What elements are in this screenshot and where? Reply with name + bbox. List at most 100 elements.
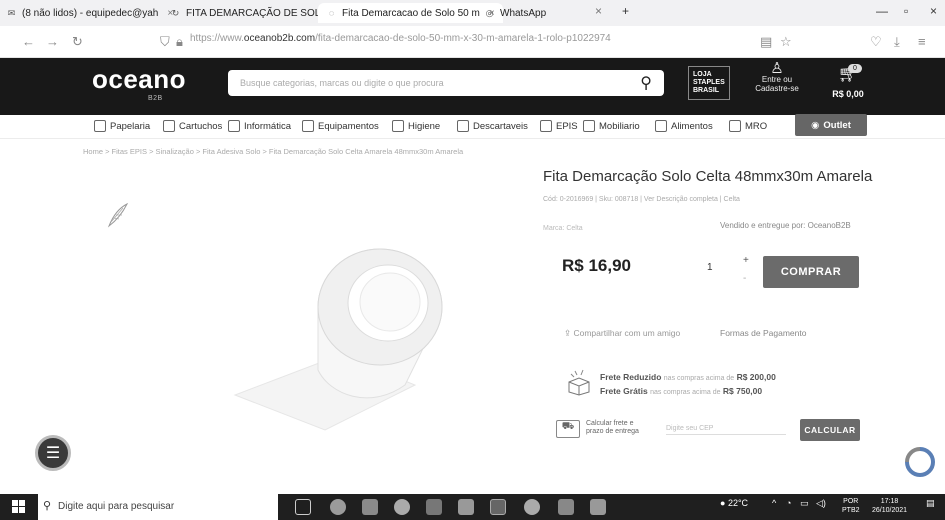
login-line: Entre ou bbox=[761, 75, 793, 84]
category-mobiliario[interactable]: Mobiliario bbox=[583, 120, 640, 132]
task-view-icon[interactable] bbox=[295, 499, 311, 515]
quantity-increase-button[interactable]: + bbox=[743, 255, 749, 266]
search-input[interactable]: Busque categorias, marcas ou digite o qu… bbox=[228, 70, 496, 96]
site-logo[interactable]: oceano B2B bbox=[92, 64, 197, 104]
forward-icon[interactable]: → bbox=[46, 34, 59, 49]
calc-line: prazo de entrega bbox=[586, 428, 639, 435]
network-icon[interactable]: ◔ bbox=[786, 498, 791, 508]
login-line: Cadastre-se bbox=[755, 84, 799, 93]
cart-button[interactable]: 🛒︎ 0 R$ 0,00 bbox=[818, 64, 878, 102]
excel-icon[interactable] bbox=[458, 499, 474, 515]
clock[interactable]: 17:18 26/10/2021 bbox=[872, 497, 907, 515]
logo-subtext: B2B bbox=[148, 95, 163, 102]
clock-date: 26/10/2021 bbox=[872, 507, 908, 514]
login-link[interactable]: ♙ Entre ou Cadastre-se bbox=[742, 61, 812, 93]
page-icon: ◌ bbox=[328, 8, 335, 18]
url-prefix: https://www. bbox=[190, 33, 244, 44]
browser-tab-active[interactable]: ◌ Fita Demarcacao de Solo 50 m × bbox=[318, 3, 503, 23]
reload-icon[interactable]: ↻ bbox=[72, 34, 83, 50]
product-image[interactable] bbox=[230, 245, 460, 435]
truck-icon: ⛟ bbox=[556, 420, 580, 438]
browser-tab-whatsapp[interactable]: ◎ WhatsApp bbox=[484, 3, 547, 23]
quantity-decrease-button[interactable]: - bbox=[743, 273, 746, 284]
brand-leaf-icon bbox=[107, 202, 129, 228]
display-icon[interactable]: ▭ bbox=[800, 498, 809, 509]
reader-icon[interactable]: ▤ bbox=[760, 34, 772, 50]
food-icon bbox=[655, 120, 667, 132]
address-bar: ← → ↻ ⛉ 🔒︎ https://www.oceanob2b.com/fit… bbox=[0, 26, 945, 58]
language-indicator[interactable]: POR PTB2 bbox=[842, 497, 860, 515]
category-cartuchos[interactable]: Cartuchos bbox=[163, 120, 222, 132]
staples-line: LOJA bbox=[693, 71, 712, 78]
tray-chevron-icon[interactable]: ^ bbox=[772, 498, 776, 508]
volume-icon[interactable]: ◁) bbox=[816, 498, 826, 509]
pocket-icon[interactable]: ♡ bbox=[870, 34, 882, 50]
taskbar-search-input[interactable]: ⚲ Digite aqui para pesquisar bbox=[38, 494, 278, 520]
search-icon: ⚲ bbox=[43, 500, 52, 512]
notifications-icon[interactable]: ▤ bbox=[926, 498, 935, 509]
language-code: POR bbox=[843, 498, 859, 505]
category-label: Papelaria bbox=[110, 120, 151, 132]
tab-label: FITA DEMARCAÇÃO DE SOLO bbox=[186, 7, 329, 19]
browser-tab-fita[interactable]: ↻ FITA DEMARCAÇÃO DE SOLO × bbox=[170, 3, 343, 23]
url-field[interactable]: https://www.oceanob2b.com/fita-demarcaca… bbox=[190, 33, 611, 44]
file-explorer-icon[interactable] bbox=[362, 499, 378, 515]
cep-input[interactable]: Digite seu CEP bbox=[666, 425, 786, 435]
minimize-icon[interactable]: — bbox=[876, 4, 888, 18]
breadcrumb[interactable]: Home > Fitas EPIS > Sinalização > Fita A… bbox=[83, 147, 463, 156]
category-higiene[interactable]: Higiene bbox=[392, 120, 440, 132]
frete-gratis-title: Frete Grátis bbox=[600, 386, 648, 396]
search-button[interactable]: ⚲ bbox=[496, 70, 664, 96]
category-informatica[interactable]: Informática bbox=[228, 120, 291, 132]
category-descartaveis[interactable]: Descartaveis bbox=[457, 120, 528, 132]
tab-label: (8 não lidos) - equipedec@yah bbox=[22, 7, 159, 19]
mail-app-icon[interactable] bbox=[426, 499, 442, 515]
buy-button[interactable]: COMPRAR bbox=[763, 256, 859, 288]
tools-icon bbox=[729, 120, 741, 132]
staples-store-link[interactable]: LOJA STAPLES BRASIL bbox=[688, 66, 730, 100]
category-papelaria[interactable]: Papelaria bbox=[94, 120, 150, 132]
lock-icon[interactable]: 🔒︎ bbox=[176, 34, 183, 50]
outlet-button[interactable]: ◉ Outlet bbox=[795, 114, 867, 136]
frete-reduzido-title: Frete Reduzido bbox=[600, 372, 662, 382]
product-price: R$ 16,90 bbox=[562, 256, 631, 275]
category-mro[interactable]: MRO bbox=[729, 120, 767, 132]
browser-tab-mail[interactable]: ✉ (8 não lidos) - equipedec@yah × bbox=[6, 3, 173, 23]
menu-icon[interactable]: ≡ bbox=[918, 34, 926, 49]
weather-widget[interactable]: ● 22°C bbox=[720, 498, 748, 508]
helmet-icon bbox=[540, 120, 552, 132]
document-icon[interactable] bbox=[558, 499, 574, 515]
computer-icon bbox=[228, 120, 240, 132]
box-icon bbox=[568, 369, 590, 396]
window-close-icon[interactable]: × bbox=[930, 4, 937, 18]
paint-icon[interactable] bbox=[590, 499, 606, 515]
maximize-icon[interactable]: ▫ bbox=[904, 4, 908, 18]
chrome-icon[interactable] bbox=[330, 499, 346, 515]
recaptcha-icon bbox=[905, 447, 935, 477]
download-icon[interactable]: ⤓ bbox=[894, 34, 900, 50]
payment-methods-link[interactable]: Formas de Pagamento bbox=[720, 328, 806, 338]
windows-start-icon[interactable] bbox=[12, 500, 26, 514]
product-sku: Cód: 0-2016969 | Sku: 008718 | Ver Descr… bbox=[543, 196, 740, 203]
calculate-button[interactable]: CALCULAR bbox=[800, 419, 860, 441]
tag-icon: ◉ bbox=[811, 119, 820, 131]
quantity-value[interactable]: 1 bbox=[707, 262, 713, 273]
category-alimentos[interactable]: Alimentos bbox=[655, 120, 713, 132]
close-icon[interactable]: × bbox=[595, 4, 602, 18]
chat-button[interactable]: ☰ bbox=[35, 435, 71, 471]
weather-temp: 22°C bbox=[727, 498, 749, 508]
category-equipamentos[interactable]: Equipamentos bbox=[302, 120, 379, 132]
bookmark-star-icon[interactable]: ☆ bbox=[780, 34, 792, 50]
frete-reduzido-info: Frete Reduzido nas compras acima de R$ 2… bbox=[600, 372, 776, 382]
app-icon[interactable] bbox=[490, 499, 506, 515]
product-title: Fita Demarcação Solo Celta 48mmx30m Amar… bbox=[543, 168, 873, 185]
edge-icon[interactable] bbox=[394, 499, 410, 515]
frete-gratis-info: Frete Grátis nas compras acima de R$ 750… bbox=[600, 386, 762, 396]
category-epis[interactable]: EPIS bbox=[540, 120, 578, 132]
recaptcha-badge[interactable] bbox=[900, 445, 940, 485]
share-link[interactable]: ⇪ Compartilhar com um amigo bbox=[564, 328, 680, 339]
back-icon[interactable]: ← bbox=[22, 34, 35, 49]
firefox-icon[interactable] bbox=[524, 499, 540, 515]
new-tab-button[interactable]: + bbox=[622, 4, 629, 18]
shield-icon[interactable]: ⛉ bbox=[160, 34, 170, 50]
